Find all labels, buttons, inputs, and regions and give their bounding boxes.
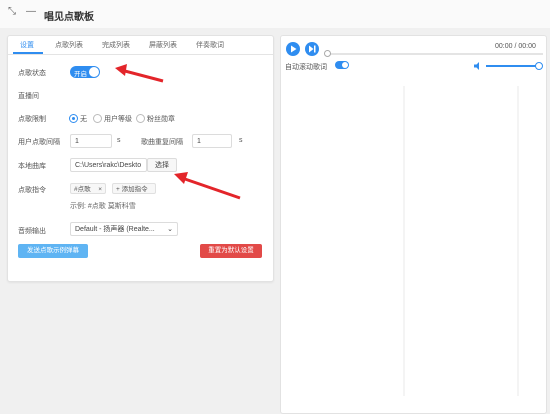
next-button[interactable] [305,42,319,56]
auto-scroll-label: 自动滚动歌词 [285,64,327,71]
active-tab-indicator [13,52,43,54]
toggle-text: 开启 [74,71,87,78]
user-interval-label: 用户点歌间隔 [18,139,60,146]
limit-radio-fan-medal[interactable] [136,114,145,123]
repeat-interval-input[interactable]: 1 [192,134,232,148]
volume-slider-track[interactable] [486,65,538,67]
lyrics-divider [403,86,405,396]
command-example: 示例: #点歌 莫斯科雪 [70,203,136,210]
command-label: 点歌指令 [18,187,46,194]
limit-option-user-level: 用户等级 [104,116,132,123]
limit-label: 点歌限制 [18,116,46,123]
progress-handle[interactable] [324,50,331,57]
limit-radio-none[interactable] [69,114,78,123]
tab-settings[interactable]: 设置 [20,40,34,50]
tab-lyrics[interactable]: 伴奏歌词 [196,40,224,50]
audio-output-value: Default - 扬声器 (Realte... [75,226,155,233]
title-bar: ⤡ — 唱见点歌板 [0,0,550,28]
close-icon[interactable]: × [98,184,102,195]
user-interval-unit: s [117,137,121,144]
live-room-label: 直播间 [18,93,39,100]
volume-slider-handle[interactable] [535,62,543,70]
send-example-button[interactable]: 发送点歌示例弹幕 [18,244,88,258]
tab-finished-list[interactable]: 完成列表 [102,40,130,50]
command-tag: #点歌 × [70,183,106,194]
repeat-interval-label: 歌曲重复间隔 [141,139,183,146]
limit-option-fan-medal: 粉丝勋章 [147,116,175,123]
volume-icon[interactable] [473,61,483,71]
song-status-label: 点歌状态 [18,70,46,77]
play-icon [291,45,297,53]
next-icon [309,45,316,53]
player-panel: 00:00 / 00:00 自动滚动歌词 [280,35,547,414]
tab-song-list[interactable]: 点歌列表 [55,40,83,50]
add-command-button[interactable]: + 添加指令 [112,183,156,194]
annotation-arrow-library [174,172,241,200]
reset-default-button[interactable]: 重置为默认设置 [200,244,262,258]
user-interval-input[interactable]: 1 [70,134,112,148]
audio-output-label: 音频输出 [18,228,46,235]
audio-output-select[interactable]: Default - 扬声器 (Realte... ⌄ [70,222,178,236]
pin-icon[interactable]: ⤡ [8,6,16,17]
repeat-interval-unit: s [239,137,243,144]
lyrics-divider [517,86,519,396]
progress-track[interactable] [326,53,543,55]
annotation-arrow-toggle [115,64,164,83]
play-button[interactable] [286,42,300,56]
auto-scroll-toggle[interactable] [335,61,349,69]
chevron-down-icon: ⌄ [167,226,173,233]
limit-option-none: 无 [80,116,87,123]
limit-radio-user-level[interactable] [93,114,102,123]
app-title: 唱见点歌板 [44,12,94,23]
minimize-icon[interactable]: — [26,6,36,17]
tab-bar: 设置 点歌列表 完成列表 屏蔽列表 伴奏歌词 [8,36,273,55]
library-path-input[interactable]: C:\Users\rakc\Deskto [70,158,147,172]
toggle-knob [89,67,99,77]
song-status-toggle[interactable]: 开启 [70,66,100,78]
tab-blocked-list[interactable]: 屏蔽列表 [149,40,177,50]
library-label: 本地曲库 [18,163,46,170]
time-readout: 00:00 / 00:00 [495,43,536,50]
toggle-knob [342,62,348,68]
command-tag-text: #点歌 [74,186,91,193]
